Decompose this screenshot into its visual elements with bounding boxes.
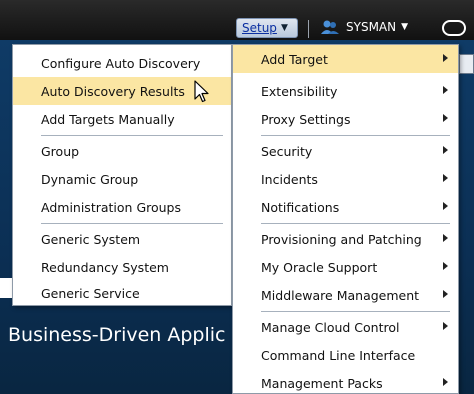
- menu-item-my-oracle-support[interactable]: My Oracle Support: [233, 253, 458, 281]
- menu-item-extensibility[interactable]: Extensibility: [233, 77, 458, 105]
- submenu-arrow-icon: [443, 262, 448, 270]
- menu-item-manage-cloud-control[interactable]: Manage Cloud Control: [233, 313, 458, 341]
- menu-item-label: Add Target: [261, 51, 328, 67]
- menu-item-label: Auto Discovery Results: [41, 83, 185, 99]
- menu-item-label: My Oracle Support: [261, 259, 378, 275]
- submenu-arrow-icon: [443, 174, 448, 182]
- menu-item-add-target[interactable]: Add Target: [233, 45, 458, 73]
- menu-item-label: Dynamic Group: [41, 171, 139, 187]
- menu-item-label: Security: [261, 143, 313, 159]
- menu-item-label: Incidents: [261, 171, 318, 187]
- menu-item-label: Group: [41, 143, 80, 159]
- menu-item-group[interactable]: Group: [13, 137, 231, 165]
- user-icon: [321, 20, 339, 34]
- menu-item-middleware-management[interactable]: Middleware Management: [233, 281, 458, 309]
- status-ring-icon[interactable]: [442, 20, 466, 36]
- menu-item-add-targets-manually[interactable]: Add Targets Manually: [13, 105, 231, 133]
- menu-item-incidents[interactable]: Incidents: [233, 165, 458, 193]
- submenu-arrow-icon: [443, 234, 448, 242]
- menu-item-administration-groups[interactable]: Administration Groups: [13, 193, 231, 221]
- menu-item-configure-auto-discovery[interactable]: Configure Auto Discovery: [13, 49, 231, 77]
- menu-item-dynamic-group[interactable]: Dynamic Group: [13, 165, 231, 193]
- menu-separator: [41, 223, 223, 224]
- menu-separator: [261, 223, 450, 224]
- topbar-divider: [308, 20, 309, 38]
- menu-item-label: Command Line Interface: [261, 347, 416, 363]
- menu-item-label: Provisioning and Patching: [261, 231, 422, 247]
- menu-item-command-line-interface[interactable]: Command Line Interface: [233, 341, 458, 369]
- chevron-down-icon: ▼: [401, 22, 409, 32]
- menu-item-proxy-settings[interactable]: Proxy Settings: [233, 105, 458, 133]
- menu-item-generic-service[interactable]: Generic Service: [13, 279, 231, 307]
- menu-item-generic-system[interactable]: Generic System: [13, 225, 231, 253]
- menu-item-label: Redundancy System: [41, 259, 169, 275]
- setup-label: Setup: [242, 21, 277, 35]
- submenu-arrow-icon: [443, 202, 448, 210]
- menu-item-notifications[interactable]: Notifications: [233, 193, 458, 221]
- setup-menu-button[interactable]: Setup ▼: [236, 18, 298, 38]
- submenu-arrow-icon: [443, 378, 448, 386]
- menu-item-label: Administration Groups: [41, 199, 182, 215]
- submenu-arrow-icon: [443, 54, 448, 62]
- menu-item-label: Generic Service: [41, 285, 140, 301]
- submenu-arrow-icon: [443, 114, 448, 122]
- menu-item-label: Manage Cloud Control: [261, 319, 400, 335]
- menu-item-provisioning-and-patching[interactable]: Provisioning and Patching: [233, 225, 458, 253]
- menu-item-label: Middleware Management: [261, 287, 420, 303]
- menu-item-redundancy-system[interactable]: Redundancy System: [13, 253, 231, 281]
- menu-separator: [261, 311, 450, 312]
- submenu-arrow-icon: [443, 322, 448, 330]
- submenu-arrow-icon: [443, 146, 448, 154]
- menu-item-label: Extensibility: [261, 83, 338, 99]
- menu-item-label: Proxy Settings: [261, 111, 351, 127]
- user-label: SYSMAN: [346, 20, 397, 34]
- pointer-cursor-icon: [194, 80, 209, 103]
- background-heading: Business-Driven Applic: [8, 324, 226, 346]
- scroll-arrow-icon[interactable]: [459, 54, 474, 74]
- menu-item-label: Management Packs: [261, 375, 383, 391]
- menu-item-label: Add Targets Manually: [41, 111, 175, 127]
- setup-dropdown-menu: Add Target Extensibility Proxy Settings …: [232, 44, 459, 394]
- submenu-arrow-icon: [443, 86, 448, 94]
- menu-item-security[interactable]: Security: [233, 137, 458, 165]
- submenu-arrow-icon: [443, 290, 448, 298]
- menu-separator: [261, 135, 450, 136]
- menu-item-management-packs[interactable]: Management Packs: [233, 369, 458, 394]
- menu-item-label: Configure Auto Discovery: [41, 55, 201, 71]
- menu-separator: [41, 135, 223, 136]
- chevron-down-icon: ▼: [280, 23, 288, 33]
- user-menu-button[interactable]: SYSMAN ▼: [320, 16, 408, 38]
- menu-item-label: Generic System: [41, 231, 141, 247]
- menu-item-label: Notifications: [261, 199, 340, 215]
